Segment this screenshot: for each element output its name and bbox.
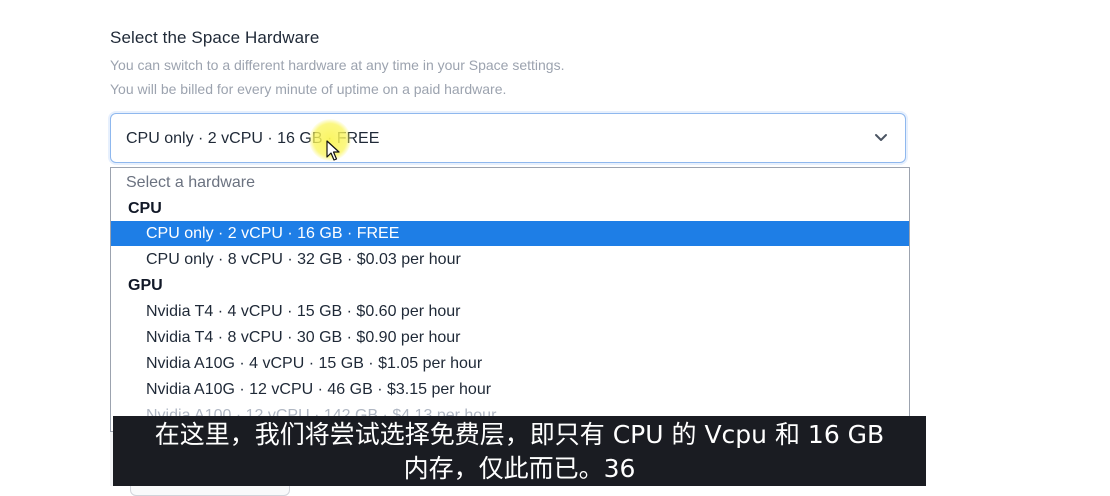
option-t4-medium[interactable]: Nvidia T4 · 8 vCPU · 30 GB · $0.90 per h… [111, 325, 909, 350]
group-label-gpu: GPU [128, 277, 163, 294]
hardware-select[interactable]: CPU only · 2 vCPU · 16 GB · FREE [110, 113, 906, 163]
option-cpu-upgrade[interactable]: CPU only · 8 vCPU · 32 GB · $0.03 per ho… [111, 247, 909, 272]
option-t4-small[interactable]: Nvidia T4 · 4 vCPU · 15 GB · $0.60 per h… [111, 299, 909, 324]
subtitle-line-1: 在这里，我们将尝试选择免费层，即只有 CPU 的 Vcpu 和 16 GB [154, 420, 885, 449]
subtitle-line-2: 内存，仅此而已。36 [403, 454, 636, 483]
option-cpu-basic[interactable]: CPU only · 2 vCPU · 16 GB · FREE [111, 221, 909, 246]
dropdown-placeholder: Select a hardware [126, 174, 255, 191]
option-a10g-small[interactable]: Nvidia A10G · 4 vCPU · 15 GB · $1.05 per… [111, 351, 909, 376]
hardware-switch-hint: You can switch to a different hardware a… [110, 57, 565, 73]
chevron-down-icon[interactable] [873, 129, 889, 145]
video-subtitle: 在这里，我们将尝试选择免费层，即只有 CPU 的 Vcpu 和 16 GB 内存… [113, 416, 926, 486]
option-a10g-large[interactable]: Nvidia A10G · 12 vCPU · 46 GB · $3.15 pe… [111, 377, 909, 402]
hardware-dropdown-list[interactable]: Select a hardware CPU CPU only · 2 vCPU … [110, 167, 910, 432]
section-title: Select the Space Hardware [110, 28, 320, 47]
billing-hint: You will be billed for every minute of u… [110, 81, 507, 97]
group-label-cpu: CPU [128, 200, 162, 217]
mouse-cursor-icon [326, 140, 340, 161]
